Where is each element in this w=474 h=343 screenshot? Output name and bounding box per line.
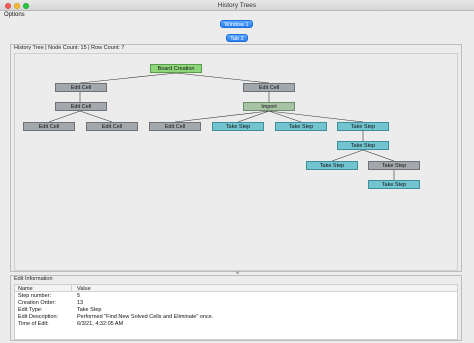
node-edit-cell[interactable]: Edit Cell <box>55 102 107 111</box>
row-name: Time of Edit: <box>18 321 49 327</box>
node-edit-cell[interactable]: Edit Cell <box>243 83 295 92</box>
split-pane-divider[interactable] <box>236 271 239 274</box>
node-take-step[interactable]: Take Step <box>368 180 420 189</box>
row-name: Creation Order: <box>18 300 56 306</box>
table-header-row: Name Value <box>15 285 457 292</box>
node-edit-cell[interactable]: Edit Cell <box>23 122 75 131</box>
table-row[interactable]: Edit Description: Performed "Find New So… <box>15 314 457 321</box>
history-tree-header: History Tree | Node Count: 15 | Row Coun… <box>14 45 125 51</box>
row-value: Take Step <box>77 307 102 313</box>
window-title: History Trees <box>217 2 257 9</box>
menu-options[interactable]: Options <box>4 12 25 18</box>
column-header-value[interactable]: Value <box>77 286 91 292</box>
table-row[interactable]: Step number: 5 <box>15 293 457 300</box>
node-import[interactable]: Import <box>243 102 295 111</box>
node-take-step[interactable]: Take Step <box>212 122 264 131</box>
node-take-step[interactable]: Take Step <box>275 122 327 131</box>
node-take-step[interactable]: Take Step <box>368 161 420 170</box>
edit-information-header: Edit Information <box>14 276 53 282</box>
row-value: 5 <box>77 293 81 299</box>
edit-information-panel: Edit Information Name Value Step number:… <box>10 275 462 341</box>
title-bar: History Trees <box>0 0 474 11</box>
node-take-step[interactable]: Take Step <box>337 122 389 131</box>
tab-window-1[interactable]: Window 1 <box>220 20 253 28</box>
row-value: 6/3/21, 4:32:05 AM <box>77 321 124 327</box>
node-edit-cell[interactable]: Edit Cell <box>149 122 201 131</box>
column-divider[interactable] <box>71 285 72 292</box>
menu-bar: Options <box>0 11 474 19</box>
table-row[interactable]: Creation Order: 13 <box>15 300 457 307</box>
column-header-name[interactable]: Name <box>18 286 33 292</box>
node-edit-cell[interactable]: Edit Cell <box>55 83 107 92</box>
row-value: Performed "Find New Solved Cells and Eli… <box>77 314 214 320</box>
row-value: 13 <box>77 300 84 306</box>
tab-2[interactable]: Tab 2 <box>226 34 248 42</box>
history-tree-panel: History Tree | Node Count: 15 | Row Coun… <box>10 44 462 272</box>
edit-information-table: Name Value Step number: 5 Creation Order… <box>14 284 458 340</box>
row-name: Step number: <box>18 293 52 299</box>
node-take-step[interactable]: Take Step <box>337 141 389 150</box>
table-row[interactable]: Edit Type: Take Step <box>15 307 457 314</box>
node-take-step[interactable]: Take Step <box>306 161 358 170</box>
table-row[interactable]: Time of Edit: 6/3/21, 4:32:05 AM <box>15 321 457 328</box>
node-board-creation[interactable]: Board Creation <box>150 64 202 73</box>
row-name: Edit Type: <box>18 307 43 313</box>
row-name: Edit Description: <box>18 314 59 320</box>
node-edit-cell[interactable]: Edit Cell <box>86 122 138 131</box>
